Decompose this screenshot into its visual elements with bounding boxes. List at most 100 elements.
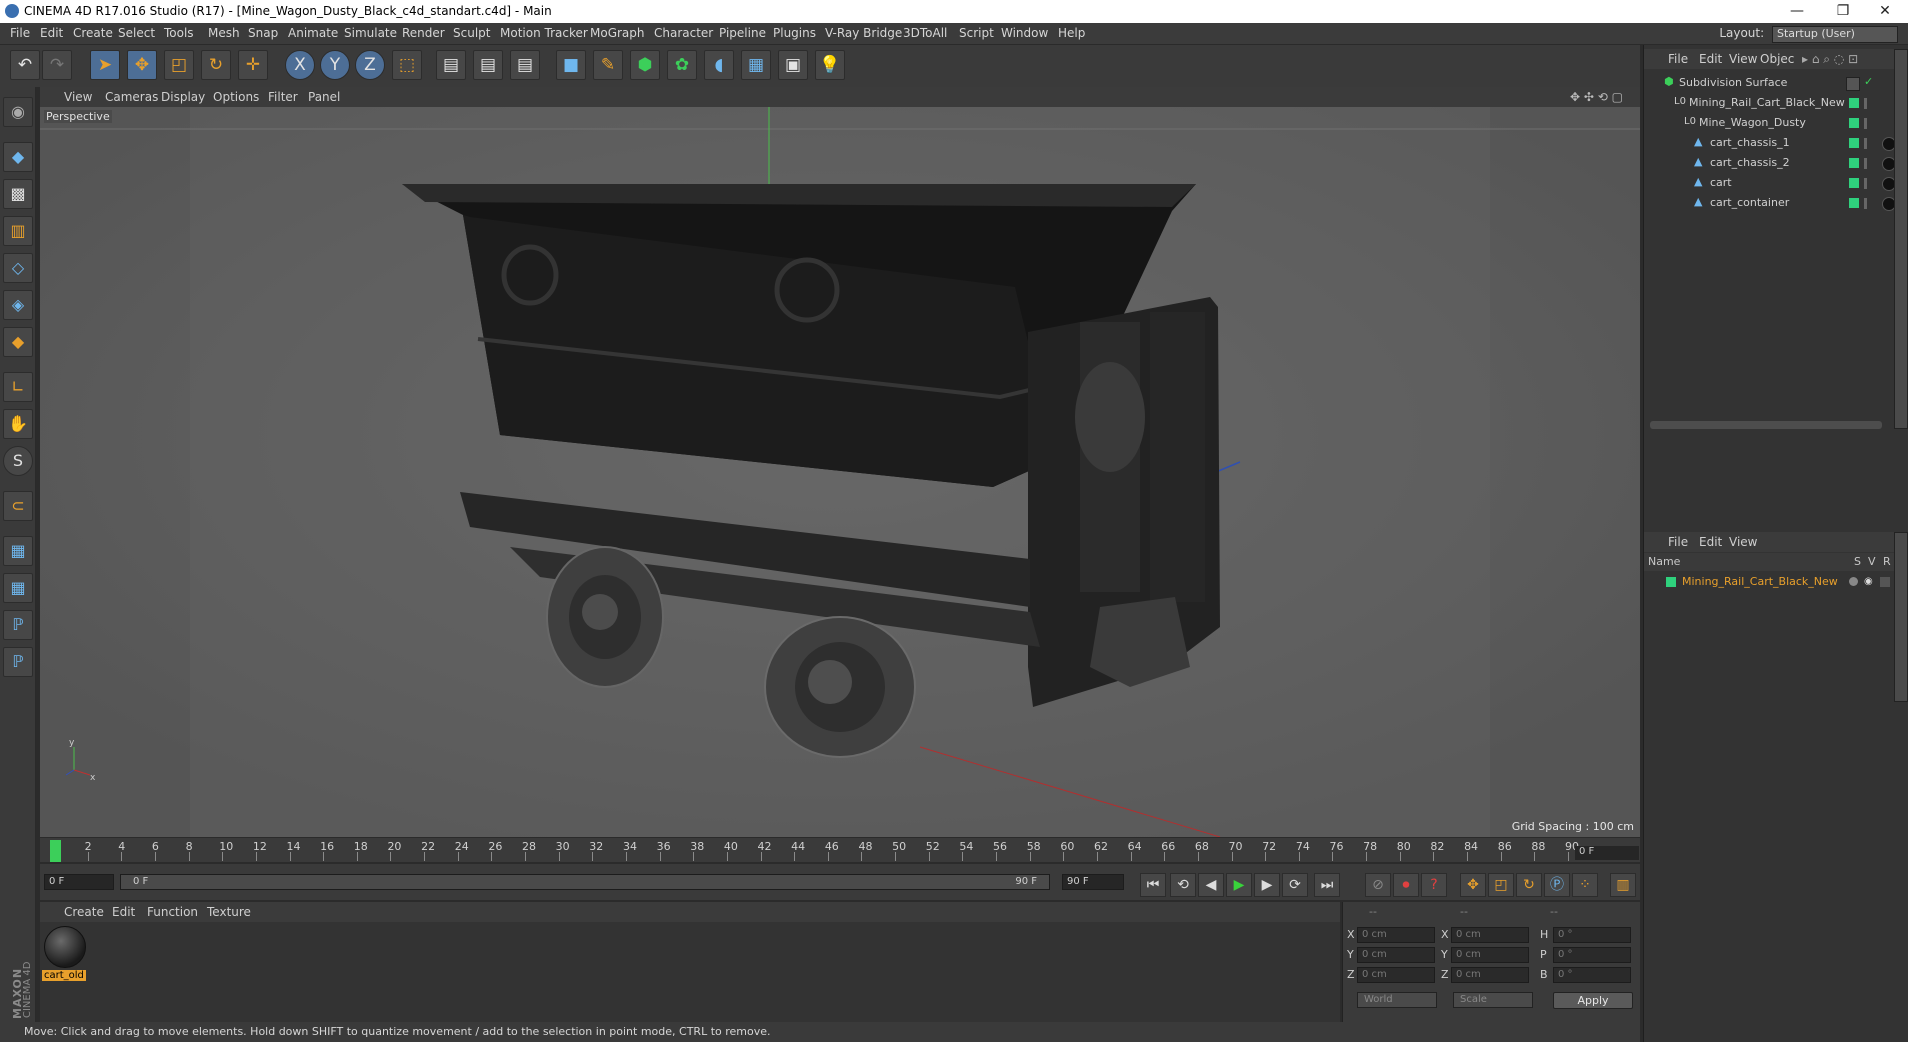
- viewport-menu-options[interactable]: Options: [213, 90, 259, 104]
- material-menu-function[interactable]: Function: [147, 905, 198, 919]
- viewport-menu-display[interactable]: Display: [161, 90, 205, 104]
- undo-icon[interactable]: ↶: [10, 50, 40, 80]
- minimize-button[interactable]: —: [1774, 0, 1820, 23]
- material-menu-texture[interactable]: Texture: [207, 905, 251, 919]
- points-mode-icon[interactable]: ◇: [3, 253, 33, 283]
- layer-menu-edit[interactable]: Edit: [1699, 535, 1722, 549]
- pen-spline-icon[interactable]: ✎: [593, 50, 623, 80]
- layout-dropdown[interactable]: Startup (User): [1772, 26, 1898, 43]
- menu-vray-bridge[interactable]: V-Ray Bridge: [825, 26, 902, 40]
- coord-size-z-field[interactable]: 0 cm: [1451, 967, 1529, 983]
- coord-pos-y-field[interactable]: 0 cm: [1357, 947, 1435, 963]
- coord-mode-dropdown[interactable]: Scale: [1453, 992, 1533, 1008]
- timeline-window-icon[interactable]: ▥: [1610, 873, 1636, 897]
- texture-mode-icon[interactable]: ▩: [3, 179, 33, 209]
- python-icon[interactable]: ℙ: [3, 610, 33, 640]
- menu-select[interactable]: Select: [118, 26, 155, 40]
- rotate-icon[interactable]: ↻: [201, 50, 231, 80]
- object-row-cart-chassis-2[interactable]: ▲ cart_chassis_2: [1644, 154, 1896, 173]
- coord-system-dropdown[interactable]: World: [1357, 992, 1437, 1008]
- edit-render-settings-icon[interactable]: ▤: [510, 50, 540, 80]
- tweak-icon[interactable]: ✋: [3, 409, 33, 439]
- workplane-lock-icon[interactable]: ▦: [3, 536, 33, 566]
- coord-size-x-field[interactable]: 0 cm: [1451, 927, 1529, 943]
- workplane-mode-icon[interactable]: ▥: [3, 216, 33, 246]
- key-scale-icon[interactable]: ◰: [1488, 873, 1514, 897]
- timeline-ruler[interactable]: 0246810121416182022242628303234363840424…: [40, 838, 1640, 862]
- model-mode-icon[interactable]: ◆: [3, 142, 33, 172]
- menu-sculpt[interactable]: Sculpt: [453, 26, 490, 40]
- previous-key-icon[interactable]: ⟲: [1170, 873, 1196, 897]
- coordinate-system-icon[interactable]: ⬚: [392, 50, 422, 80]
- viewport-menu-cameras[interactable]: Cameras: [105, 90, 158, 104]
- go-to-end-icon[interactable]: ⏭: [1314, 873, 1340, 897]
- perspective-viewport[interactable]: y x Perspective Grid Spacing : 100 cm: [40, 107, 1640, 837]
- restore-button[interactable]: ❐: [1820, 0, 1866, 23]
- layer-render-icon[interactable]: [1880, 577, 1890, 587]
- camera-icon[interactable]: ▣: [778, 50, 808, 80]
- coord-pos-x-field[interactable]: 0 cm: [1357, 927, 1435, 943]
- previous-frame-icon[interactable]: ◀: [1198, 873, 1224, 897]
- object-menu-file[interactable]: File: [1668, 52, 1688, 66]
- coord-size-y-field[interactable]: 0 cm: [1451, 947, 1529, 963]
- menu-mograph[interactable]: MoGraph: [590, 26, 645, 40]
- menu-file[interactable]: File: [10, 26, 30, 40]
- light-icon[interactable]: 💡: [815, 50, 845, 80]
- subdivision-icon[interactable]: ⬢: [630, 50, 660, 80]
- move-icon[interactable]: ✥: [127, 50, 157, 80]
- object-menu-edit[interactable]: Edit: [1699, 52, 1722, 66]
- x-axis-icon[interactable]: X: [285, 50, 315, 80]
- material-menu-edit[interactable]: Edit: [112, 905, 135, 919]
- menu-render[interactable]: Render: [402, 26, 445, 40]
- coord-rot-p-field[interactable]: 0 °: [1553, 947, 1631, 963]
- object-row-cart[interactable]: ▲ cart: [1644, 174, 1896, 193]
- viewport-navigation-icon[interactable]: ✥ ✣ ⟲ ▢: [1570, 90, 1623, 104]
- playhead[interactable]: [50, 840, 61, 862]
- visibility-dots-icon[interactable]: [1864, 158, 1867, 169]
- next-key-icon[interactable]: ⟳: [1282, 873, 1308, 897]
- viewport-menu-view[interactable]: View: [64, 90, 92, 104]
- key-position-icon[interactable]: ✥: [1460, 873, 1486, 897]
- range-slider[interactable]: 0 F 90 F: [120, 874, 1050, 890]
- autokey-icon[interactable]: ⏺: [1393, 873, 1419, 897]
- render-picture-viewer-icon[interactable]: ▤: [473, 50, 503, 80]
- render-view-icon[interactable]: ▤: [436, 50, 466, 80]
- viewport-menu-panel[interactable]: Panel: [308, 90, 340, 104]
- record-keys-icon[interactable]: ⊘: [1365, 873, 1391, 897]
- menu-script[interactable]: Script: [959, 26, 994, 40]
- layer-visible-eye-icon[interactable]: ◉: [1864, 576, 1873, 587]
- menu-mesh[interactable]: Mesh: [208, 26, 240, 40]
- apply-button[interactable]: Apply: [1553, 992, 1633, 1009]
- object-menu-objects[interactable]: Objec: [1760, 52, 1794, 66]
- solo-icon[interactable]: S: [3, 446, 33, 476]
- axis-icon[interactable]: ∟: [3, 372, 33, 402]
- y-axis-icon[interactable]: Y: [320, 50, 350, 80]
- go-to-start-icon[interactable]: ⏮: [1140, 873, 1166, 897]
- layer-menu-view[interactable]: View: [1729, 535, 1757, 549]
- object-row-cart-chassis-1[interactable]: ▲ cart_chassis_1: [1644, 134, 1896, 153]
- visibility-dots-icon[interactable]: [1864, 178, 1867, 189]
- layer-manager-side-tabs[interactable]: [1894, 532, 1908, 702]
- make-editable-icon[interactable]: ◉: [3, 97, 33, 127]
- menu-pipeline[interactable]: Pipeline: [719, 26, 766, 40]
- current-frame-field[interactable]: 0 F: [1575, 846, 1639, 860]
- object-row-mine-wagon-dusty[interactable]: L0 Mine_Wagon_Dusty: [1644, 114, 1894, 133]
- coord-rot-h-field[interactable]: 0 °: [1553, 927, 1631, 943]
- layer-solo-icon[interactable]: [1849, 577, 1858, 586]
- menu-plugins[interactable]: Plugins: [773, 26, 816, 40]
- menu-simulate[interactable]: Simulate: [344, 26, 397, 40]
- locked-workplane-icon[interactable]: ▦: [3, 573, 33, 603]
- menu-edit[interactable]: Edit: [40, 26, 63, 40]
- cube-icon[interactable]: ■: [556, 50, 586, 80]
- start-frame-field[interactable]: 0 F: [44, 874, 114, 890]
- polygons-mode-icon[interactable]: ◆: [3, 327, 33, 357]
- next-frame-icon[interactable]: ▶: [1254, 873, 1280, 897]
- layer-menu-file[interactable]: File: [1668, 535, 1688, 549]
- end-frame-field[interactable]: 90 F: [1062, 874, 1124, 890]
- object-row-mining-rail-cart[interactable]: L0 Mining_Rail_Cart_Black_New: [1644, 94, 1894, 113]
- snap-icon[interactable]: ⊂: [3, 491, 33, 521]
- object-menu-view[interactable]: View: [1729, 52, 1757, 66]
- scale-icon[interactable]: ◰: [164, 50, 194, 80]
- python-script-icon[interactable]: ℙ: [3, 647, 33, 677]
- visibility-dots-icon[interactable]: [1864, 198, 1867, 209]
